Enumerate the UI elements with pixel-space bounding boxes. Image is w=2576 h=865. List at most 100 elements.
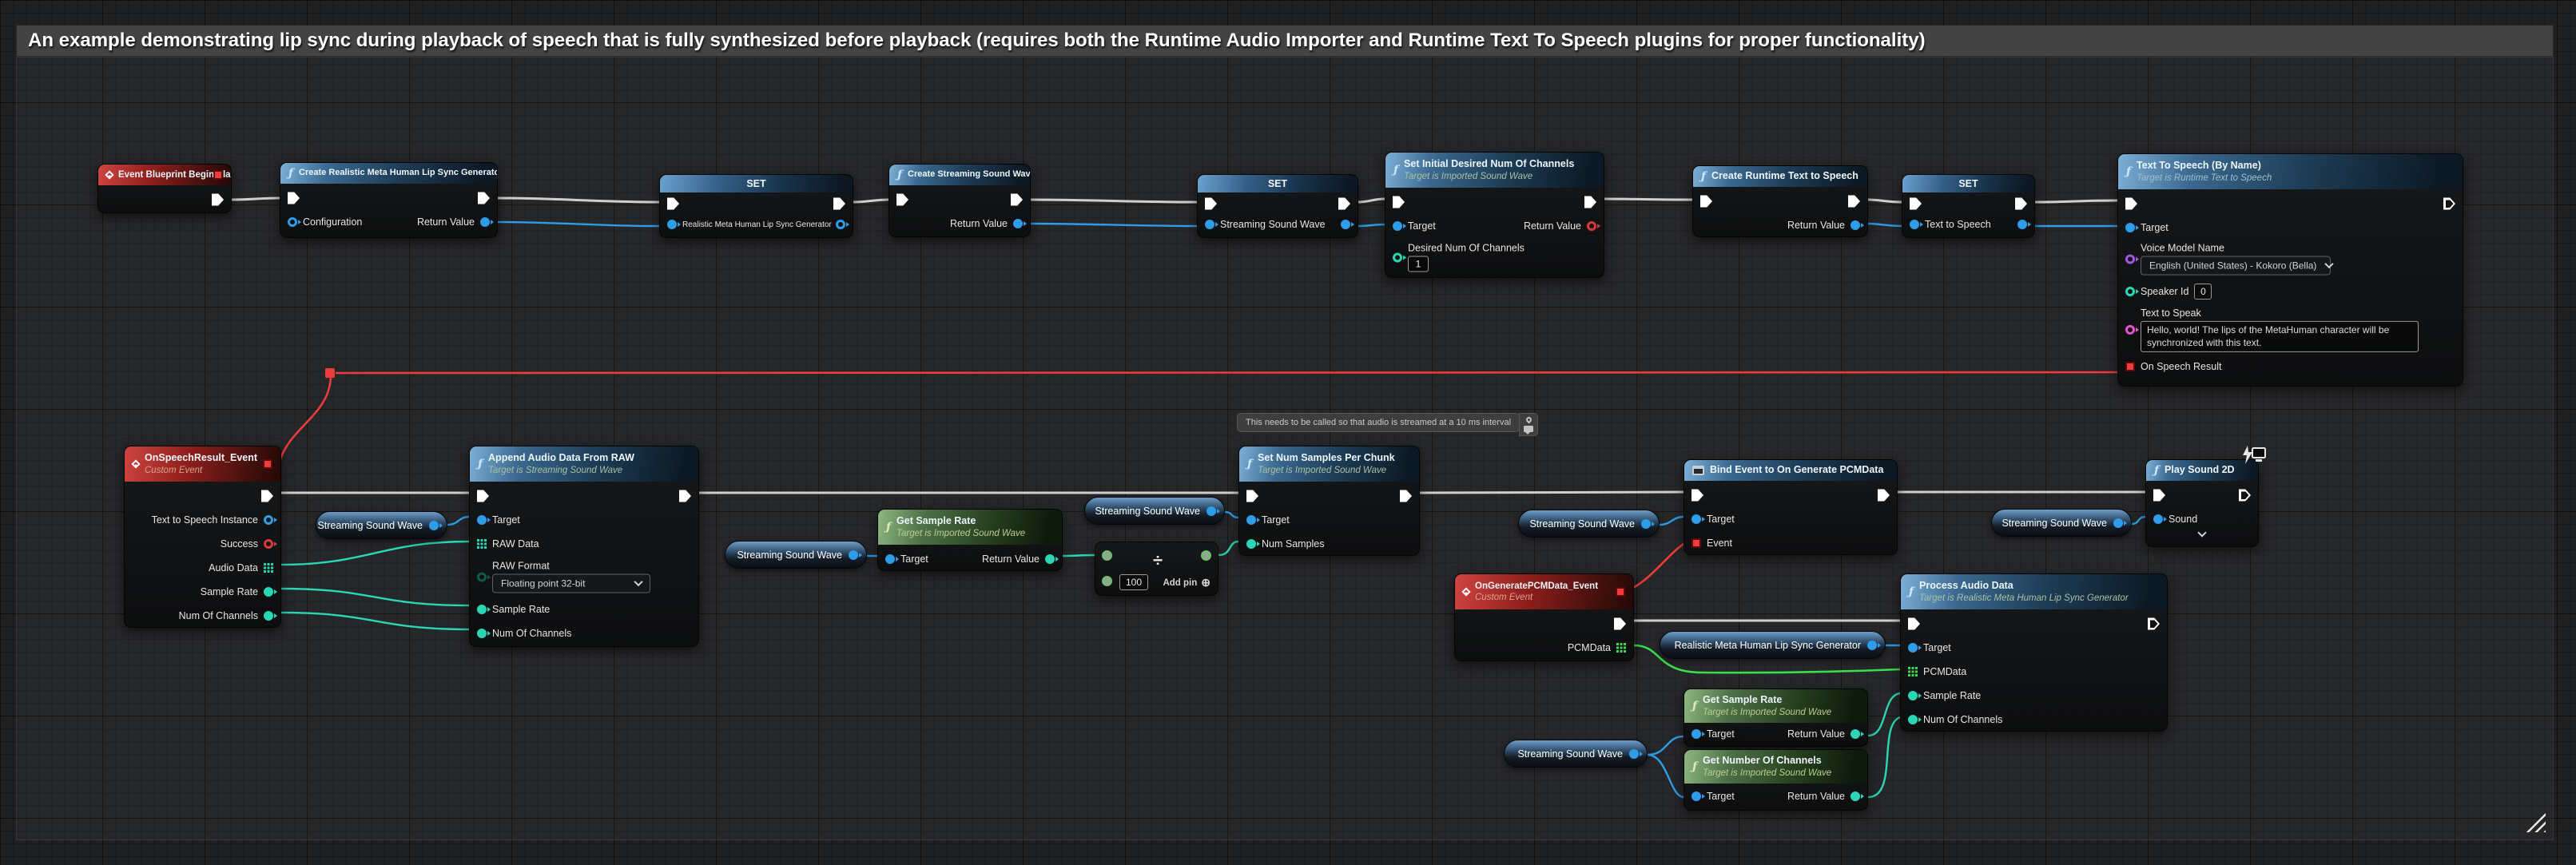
variable-out-pin[interactable] <box>429 521 439 530</box>
return-value-pin[interactable] <box>1587 221 1596 231</box>
divide-input-a-pin[interactable] <box>1102 550 1112 561</box>
divide-output-pin[interactable] <box>1201 550 1211 561</box>
target-pin[interactable] <box>1908 643 1918 653</box>
voice-model-dropdown[interactable]: English (United States) - Kokoro (Bella) <box>2141 256 2331 276</box>
exec-in-pin[interactable] <box>288 192 300 204</box>
num-samples-pin[interactable] <box>1246 539 1256 549</box>
speaker-id-value[interactable]: 0 <box>2194 284 2212 300</box>
exec-out-pin[interactable] <box>2015 198 2027 210</box>
variable-out-pin[interactable] <box>836 220 845 229</box>
target-pin[interactable] <box>885 554 895 564</box>
audio-data-pin[interactable] <box>264 563 273 573</box>
speaker-id-pin[interactable] <box>2125 287 2135 296</box>
exec-out-pin[interactable] <box>261 490 273 502</box>
getter-streaming-sound-wave[interactable]: Streaming Sound Wave <box>1504 740 1648 768</box>
sample-rate-pin[interactable] <box>477 605 487 614</box>
exec-out-pin[interactable] <box>1584 196 1596 208</box>
exec-out-pin[interactable] <box>1878 490 1890 502</box>
node-get-sample-rate[interactable]: ƒ Get Sample Rate Target is Imported Sou… <box>877 509 1063 571</box>
return-value-pin[interactable] <box>480 217 490 227</box>
node-text-to-speech-by-name[interactable]: ƒ Text To Speech (By Name) Target is Run… <box>2117 153 2463 387</box>
return-value-pin[interactable] <box>1013 219 1023 228</box>
variable-in-pin[interactable] <box>1910 220 1919 229</box>
variable-out-pin[interactable] <box>2113 518 2123 528</box>
getter-streaming-sound-wave[interactable]: Streaming Sound Wave <box>1991 509 2132 537</box>
bubble-controls[interactable] <box>1519 413 1538 436</box>
variable-out-pin[interactable] <box>2017 220 2027 229</box>
exec-in-pin[interactable] <box>1246 490 1258 502</box>
raw-format-dropdown[interactable]: Floating point 32-bit <box>492 574 650 593</box>
variable-out-pin[interactable] <box>1629 749 1639 759</box>
exec-in-pin[interactable] <box>2153 490 2165 502</box>
num-channels-pin[interactable] <box>1908 715 1918 724</box>
node-on-speech-result-event[interactable]: OnSpeechResult_Event Custom Event Text t… <box>124 446 281 628</box>
variable-out-pin[interactable] <box>1641 519 1651 529</box>
event-delegate-pin[interactable] <box>1691 538 1701 548</box>
getter-streaming-sound-wave[interactable]: Streaming Sound Wave <box>1084 497 1225 525</box>
exec-in-pin[interactable] <box>667 198 679 210</box>
node-set-lipsync-generator[interactable]: SET Realistic Meta Human Lip Sync Genera… <box>659 174 853 238</box>
on-speech-result-pin[interactable] <box>2125 362 2135 371</box>
exec-in-pin[interactable] <box>896 194 908 206</box>
reroute-node[interactable] <box>325 368 335 378</box>
delegate-pin[interactable] <box>1616 587 1625 597</box>
node-divide[interactable]: 100 ÷ Add pin ⊕ <box>1095 542 1218 596</box>
exec-in-pin[interactable] <box>1908 618 1920 630</box>
node-set-text-to-speech[interactable]: SET Text to Speech <box>1902 174 2035 238</box>
pcmdata-pin[interactable] <box>1908 667 1918 677</box>
exec-out-pin[interactable] <box>1400 490 1412 502</box>
variable-in-pin[interactable] <box>1205 220 1214 229</box>
exec-in-pin[interactable] <box>1691 490 1703 502</box>
exec-out-pin[interactable] <box>679 490 691 502</box>
sample-rate-pin[interactable] <box>264 587 273 597</box>
target-pin[interactable] <box>1691 729 1701 739</box>
return-value-pin[interactable] <box>1851 792 1860 801</box>
comment-bubble-icon[interactable] <box>1524 426 1533 432</box>
node-append-audio-data-from-raw[interactable]: ƒ Append Audio Data From RAW Target is S… <box>469 446 699 647</box>
sample-rate-pin[interactable] <box>1908 691 1918 700</box>
desired-num-channels-pin[interactable] <box>1393 252 1402 262</box>
blueprint-canvas[interactable]: An example demonstrating lip sync during… <box>0 0 2576 865</box>
exec-out-pin[interactable] <box>833 198 845 210</box>
exec-out-pin[interactable] <box>212 194 224 206</box>
exec-in-pin[interactable] <box>1910 198 1922 210</box>
node-event-begin-play[interactable]: Event Blueprint Begin Play <box>97 164 232 213</box>
node-bind-event-on-generate-pcmdata[interactable]: Bind Event to On Generate PCMData Target… <box>1684 459 1898 555</box>
exec-out-pin[interactable] <box>1614 618 1626 630</box>
node-set-num-samples-per-chunk[interactable]: ƒ Set Num Samples Per Chunk Target is Im… <box>1238 446 1420 556</box>
return-value-pin[interactable] <box>1045 554 1055 564</box>
variable-out-pin[interactable] <box>1867 641 1877 650</box>
num-channels-pin[interactable] <box>264 611 273 621</box>
text-to-speak-pin[interactable] <box>2125 325 2135 335</box>
getter-streaming-sound-wave[interactable]: Streaming Sound Wave <box>725 541 867 569</box>
success-pin[interactable] <box>264 539 273 549</box>
exec-out-pin[interactable] <box>478 192 490 204</box>
variable-in-pin[interactable] <box>667 220 677 229</box>
pin-icon[interactable] <box>1525 416 1532 424</box>
delegate-pin[interactable] <box>263 459 272 469</box>
getter-realistic-lipsync-generator[interactable]: Realistic Meta Human Lip Sync Generator <box>1660 631 1886 659</box>
raw-data-pin[interactable] <box>477 539 487 549</box>
target-pin[interactable] <box>1393 221 1402 231</box>
variable-out-pin[interactable] <box>849 550 858 560</box>
exec-out-pin[interactable] <box>2443 198 2455 210</box>
divide-input-b-pin[interactable] <box>1102 576 1112 586</box>
target-pin[interactable] <box>1691 792 1701 801</box>
getter-streaming-sound-wave[interactable]: Streaming Sound Wave <box>1518 510 1660 538</box>
target-pin[interactable] <box>1246 515 1256 525</box>
variable-out-pin[interactable] <box>1341 220 1350 229</box>
target-pin[interactable] <box>1691 514 1701 524</box>
exec-out-pin[interactable] <box>1848 196 1860 208</box>
node-process-audio-data[interactable]: ƒ Process Audio Data Target is Realistic… <box>1900 573 2168 732</box>
return-value-pin[interactable] <box>1851 729 1860 739</box>
tts-instance-pin[interactable] <box>264 515 273 525</box>
divide-b-value[interactable]: 100 <box>1119 574 1148 590</box>
node-on-generate-pcmdata-event[interactable]: OnGeneratePCMData_Event Custom Event PCM… <box>1454 573 1634 661</box>
return-value-pin[interactable] <box>1851 220 1860 230</box>
text-to-speak-value[interactable]: Hello, world! The lips of the MetaHuman … <box>2141 321 2419 352</box>
exec-in-pin[interactable] <box>1205 198 1217 210</box>
exec-in-pin[interactable] <box>1700 196 1712 208</box>
num-channels-pin[interactable] <box>477 629 487 638</box>
configuration-pin[interactable] <box>288 217 297 227</box>
node-get-number-of-channels[interactable]: ƒ Get Number Of Channels Target is Impor… <box>1684 749 1868 811</box>
